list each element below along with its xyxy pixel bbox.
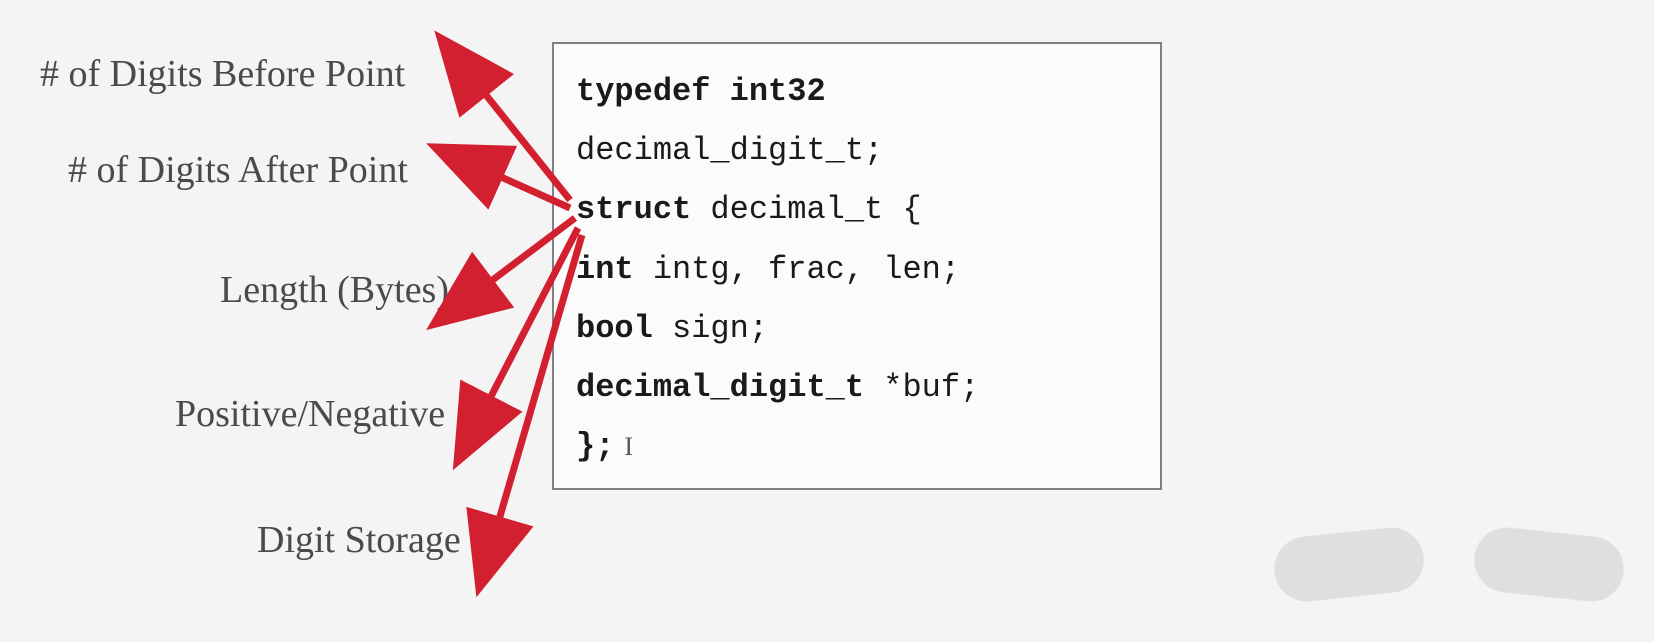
code-line-int: int intg, frac, len; [576,240,1138,299]
watermark-icon [1274,492,1634,642]
code-line-close: };I [576,417,1138,476]
label-storage: Digit Storage [257,518,461,562]
code-line-typedef: typedef int32 decimal_digit_t; [576,62,1138,180]
code-line-struct: struct decimal_t { [576,180,1138,239]
label-digits-after: # of Digits After Point [68,148,408,192]
label-digits-before: # of Digits Before Point [40,52,405,96]
code-box: typedef int32 decimal_digit_t; struct de… [552,42,1162,490]
label-sign: Positive/Negative [175,392,445,436]
code-line-buf: decimal_digit_t *buf; [576,358,1138,417]
text-cursor-icon: I [624,423,633,471]
code-line-bool: bool sign; [576,299,1138,358]
label-length: Length (Bytes) [220,268,449,312]
